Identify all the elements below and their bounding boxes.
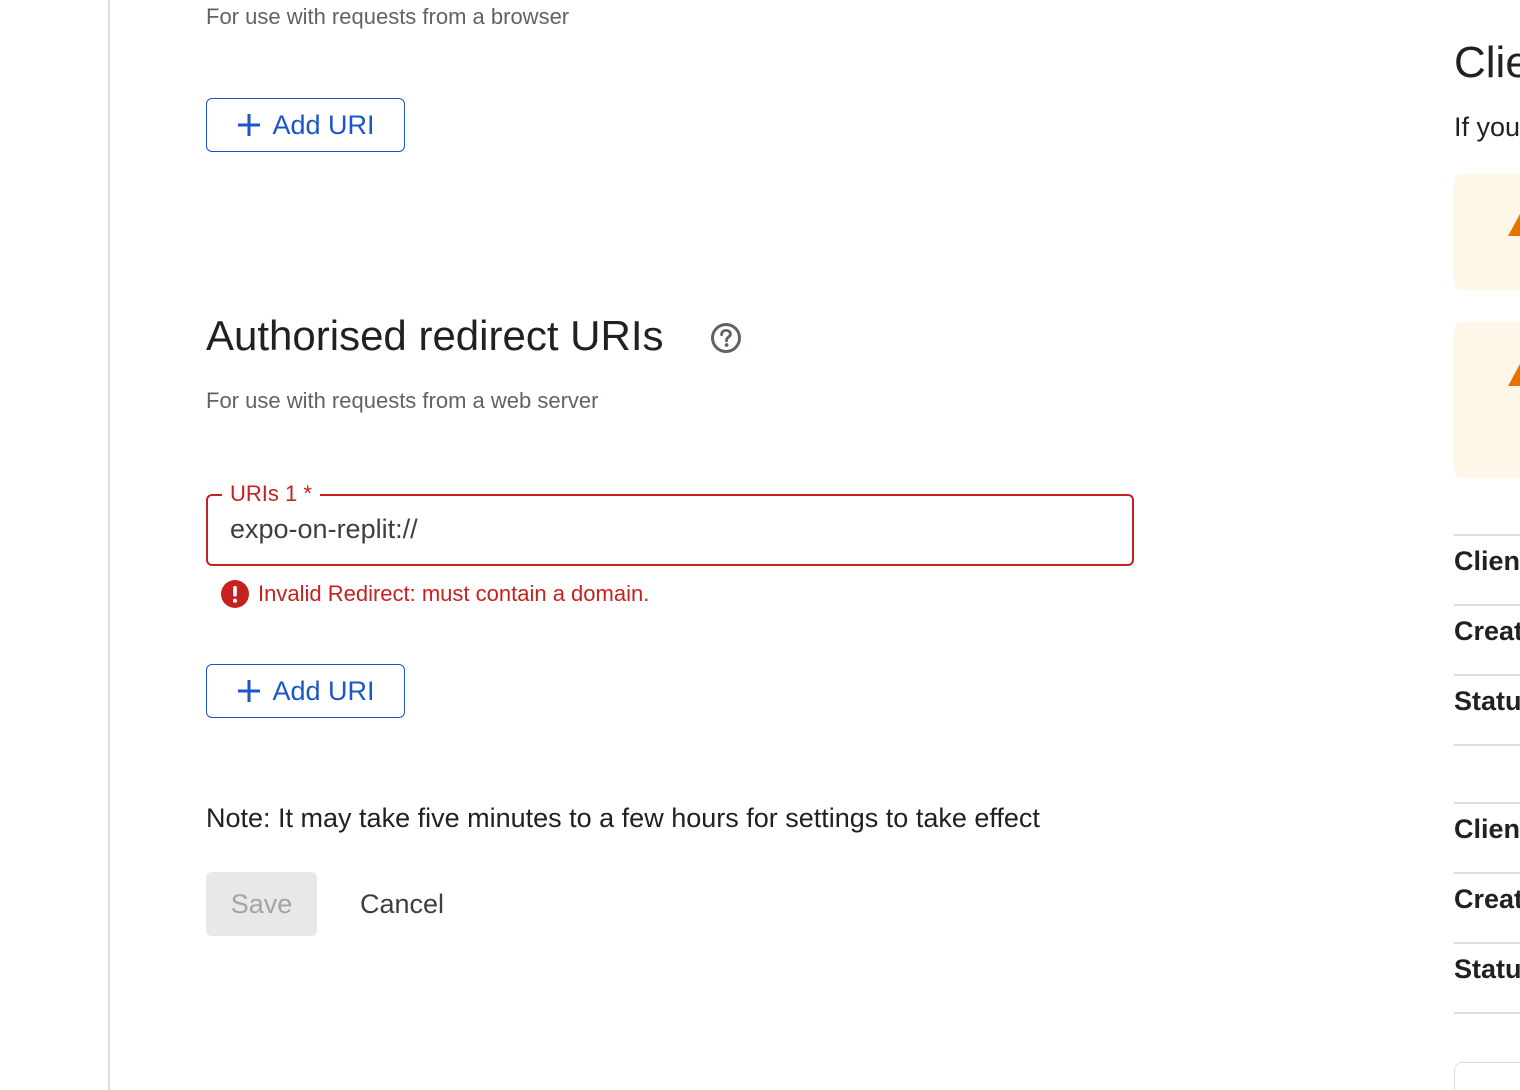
left-rail-divider: [108, 0, 110, 1090]
redirect-uri-field-label: URIs 1 *: [222, 481, 320, 507]
divider: [1454, 744, 1520, 746]
add-uri-label: Add URI: [272, 109, 375, 140]
client-secret-label: Clien: [1454, 814, 1520, 844]
save-button[interactable]: Save: [206, 872, 317, 936]
panel-intro: If you: [1454, 112, 1520, 142]
section-title-redirect-uris: Authorised redirect URIs: [206, 312, 664, 359]
warning-triangle-icon: [1508, 214, 1520, 236]
help-circle-icon[interactable]: [709, 321, 743, 355]
client-info-panel: Clie If you Clien Creat Statu Clien Crea…: [1454, 0, 1520, 1090]
client-id-label: Clien: [1454, 546, 1520, 576]
add-redirect-uri-button[interactable]: Add URI: [206, 664, 405, 718]
add-origin-uri-button[interactable]: Add URI: [206, 98, 405, 152]
cancel-button[interactable]: Cancel: [340, 872, 464, 936]
divider: [1454, 1012, 1520, 1014]
divider: [1454, 674, 1520, 676]
error-message: Invalid Redirect: must contain a domain.: [258, 581, 650, 606]
origins-description: For use with requests from a browser: [206, 4, 570, 29]
creation-date-label: Creat: [1454, 884, 1520, 914]
error-circle-icon: [221, 580, 249, 608]
settings-note: Note: It may take five minutes to a few …: [206, 803, 1040, 833]
status-label: Statu: [1454, 686, 1520, 716]
panel-title: Clie: [1454, 38, 1520, 87]
warning-triangle-icon: [1508, 364, 1520, 386]
divider: [1454, 942, 1520, 944]
add-uri-label: Add URI: [272, 675, 375, 706]
plus-icon: [238, 114, 261, 136]
divider: [1454, 802, 1520, 804]
panel-action-button[interactable]: [1454, 1062, 1520, 1090]
divider: [1454, 534, 1520, 536]
warning-banner: [1454, 174, 1520, 290]
redirect-uri-input[interactable]: expo-on-replit://: [230, 514, 418, 545]
redirect-description: For use with requests from a web server: [206, 388, 599, 413]
warning-banner: [1454, 322, 1520, 478]
plus-icon: [238, 680, 261, 702]
redirect-uri-field[interactable]: URIs 1 * expo-on-replit://: [206, 481, 1134, 566]
divider: [1454, 604, 1520, 606]
status-label: Statu: [1454, 954, 1520, 984]
divider: [1454, 872, 1520, 874]
redirect-uri-error: Invalid Redirect: must contain a domain.: [221, 580, 649, 608]
creation-date-label: Creat: [1454, 616, 1520, 646]
